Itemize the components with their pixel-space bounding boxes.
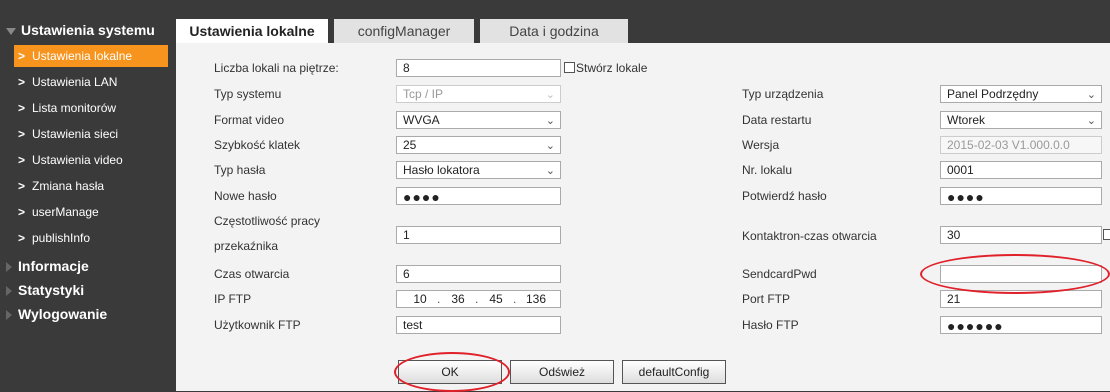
sidebar-item-zmiana-hasla[interactable]: > Zmiana hasła bbox=[14, 175, 168, 197]
label-nr-lokalu: Nr. lokalu bbox=[742, 163, 793, 177]
label-czas-otwarcia: Czas otwarcia bbox=[214, 267, 290, 281]
dropdown-arrow-icon: ⌄ bbox=[1086, 115, 1096, 127]
tab-ustawienia-lokalne[interactable]: Ustawienia lokalne bbox=[176, 19, 328, 43]
label-czestotliwosc-line2: przekaźnika bbox=[214, 239, 279, 253]
label-stworz-lokale: Stwórz lokale bbox=[576, 61, 648, 75]
sidebar-group-informacje[interactable]: Informacje bbox=[6, 256, 89, 276]
label-typ-urzadzenia: Typ urządzenia bbox=[742, 87, 824, 101]
czestotliwosc-input[interactable]: 1 bbox=[396, 226, 561, 244]
format-video-select[interactable]: WVGA ⌄ bbox=[396, 111, 561, 129]
sidebar-item-usermanage[interactable]: > userManage bbox=[14, 201, 168, 223]
odswiez-button[interactable]: Odśwież bbox=[510, 360, 614, 384]
uzytkownik-ftp-input[interactable]: test bbox=[396, 316, 561, 334]
settings-panel: Liczba lokali na piętrze: Typ systemu Fo… bbox=[176, 43, 1110, 392]
dropdown-arrow-icon: ⌄ bbox=[545, 140, 555, 152]
chevron-right-icon: > bbox=[18, 75, 26, 89]
sidebar-item-ustawienia-lan[interactable]: > Ustawienia LAN bbox=[14, 71, 168, 93]
label-czestotliwosc-line1: Częstotliwość pracy bbox=[214, 214, 321, 228]
sidebar-item-ustawienia-lokalne[interactable]: > Ustawienia lokalne bbox=[14, 45, 168, 67]
collapse-triangle-icon bbox=[6, 27, 16, 35]
data-restartu-select[interactable]: Wtorek ⌄ bbox=[940, 111, 1102, 129]
expand-triangle-icon bbox=[6, 286, 12, 297]
label-potwierdz-haslo: Potwierdź hasło bbox=[742, 189, 827, 203]
label-wersja: Wersja bbox=[742, 138, 780, 152]
label-sendcardpwd: SendcardPwd bbox=[742, 267, 817, 281]
kontaktron-input[interactable]: 30 bbox=[940, 226, 1102, 244]
chevron-right-icon: > bbox=[18, 127, 26, 141]
chevron-right-icon: > bbox=[18, 101, 26, 115]
label-nowe-haslo: Nowe hasło bbox=[214, 189, 277, 203]
dropdown-arrow-icon: ⌄ bbox=[545, 165, 555, 177]
label-ip-ftp: IP FTP bbox=[214, 292, 252, 306]
label-format-video: Format video bbox=[214, 113, 285, 127]
sidebar-item-publishinfo[interactable]: > publishInfo bbox=[14, 227, 168, 249]
sidebar-group-wylogowanie[interactable]: Wylogowanie bbox=[6, 304, 107, 324]
expand-triangle-icon bbox=[6, 310, 12, 321]
dropdown-arrow-icon: ⌄ bbox=[1086, 89, 1096, 101]
szybkosc-klatek-select[interactable]: 25 ⌄ bbox=[396, 136, 561, 154]
typ-urzadzenia-select[interactable]: Panel Podrzędny ⌄ bbox=[940, 85, 1102, 103]
nr-lokalu-input[interactable]: 0001 bbox=[940, 161, 1102, 179]
sidebar-item-lista-monitorow[interactable]: > Lista monitorów bbox=[14, 97, 168, 119]
nowe-haslo-input[interactable]: ●●●● bbox=[396, 187, 561, 205]
wersja-field: 2015-02-03 V1.000.0.0 bbox=[940, 136, 1102, 154]
tab-configmanager[interactable]: configManager bbox=[334, 19, 474, 43]
liczba-lokali-input[interactable]: 8 bbox=[396, 59, 561, 77]
sidebar: Ustawienia systemu > Ustawienia lokalne >… bbox=[0, 0, 172, 391]
ip-ftp-input[interactable]: 10 . 36 . 45 . 136 bbox=[396, 290, 561, 308]
chevron-right-icon: > bbox=[18, 153, 26, 167]
ip-separator: . bbox=[437, 292, 441, 306]
label-port-ftp: Port FTP bbox=[742, 292, 791, 306]
sidebar-item-ustawienia-video[interactable]: > Ustawienia video bbox=[14, 149, 168, 171]
sidebar-title[interactable]: Ustawienia systemu bbox=[6, 19, 155, 41]
haslo-ftp-input[interactable]: ●●●●●● bbox=[940, 316, 1102, 334]
ip-octet-2[interactable]: 36 bbox=[443, 291, 473, 307]
label-typ-systemu: Typ systemu bbox=[214, 87, 282, 101]
sendcardpwd-input[interactable] bbox=[940, 265, 1102, 283]
label-kontaktron: Kontaktron-czas otwarcia bbox=[742, 229, 877, 243]
tab-data-i-godzina[interactable]: Data i godzina bbox=[480, 19, 628, 43]
chevron-right-icon: > bbox=[18, 179, 26, 193]
port-ftp-input[interactable]: 21 bbox=[940, 290, 1102, 308]
label-liczba-lokali: Liczba lokali na piętrze: bbox=[214, 61, 339, 75]
ip-separator: . bbox=[513, 292, 517, 306]
label-typ-hasla: Typ hasła bbox=[214, 163, 266, 177]
chevron-right-icon: > bbox=[18, 231, 26, 245]
ok-button[interactable]: OK bbox=[398, 360, 502, 384]
chevron-right-icon: > bbox=[18, 205, 26, 219]
sidebar-item-ustawienia-sieci[interactable]: > Ustawienia sieci bbox=[14, 123, 168, 145]
typ-hasla-select[interactable]: Hasło lokatora ⌄ bbox=[396, 161, 561, 179]
label-data-restartu: Data restartu bbox=[742, 113, 812, 127]
ip-octet-1[interactable]: 10 bbox=[405, 291, 435, 307]
sidebar-group-statystyki[interactable]: Statystyki bbox=[6, 280, 84, 300]
ip-octet-3[interactable]: 45 bbox=[481, 291, 511, 307]
label-szybkosc-klatek: Szybkość klatek bbox=[214, 138, 301, 152]
default-config-button[interactable]: defaultConfig bbox=[622, 360, 726, 384]
dropdown-arrow-icon: ⌄ bbox=[545, 115, 555, 127]
label-haslo-ftp: Hasło FTP bbox=[742, 318, 799, 332]
ip-octet-4[interactable]: 136 bbox=[521, 291, 551, 307]
label-uzytkownik-ftp: Użytkownik FTP bbox=[214, 318, 301, 332]
expand-triangle-icon bbox=[6, 262, 12, 273]
kontaktron-checkbox[interactable] bbox=[1103, 229, 1110, 240]
czas-otwarcia-input[interactable]: 6 bbox=[396, 265, 561, 283]
potwierdz-haslo-input[interactable]: ●●●● bbox=[940, 187, 1102, 205]
stworz-lokale-checkbox[interactable] bbox=[564, 62, 575, 73]
typ-systemu-select[interactable]: Tcp / IP ⌄ bbox=[396, 85, 561, 103]
ip-separator: . bbox=[475, 292, 479, 306]
dropdown-arrow-icon: ⌄ bbox=[545, 89, 555, 101]
chevron-right-icon: > bbox=[18, 49, 26, 63]
